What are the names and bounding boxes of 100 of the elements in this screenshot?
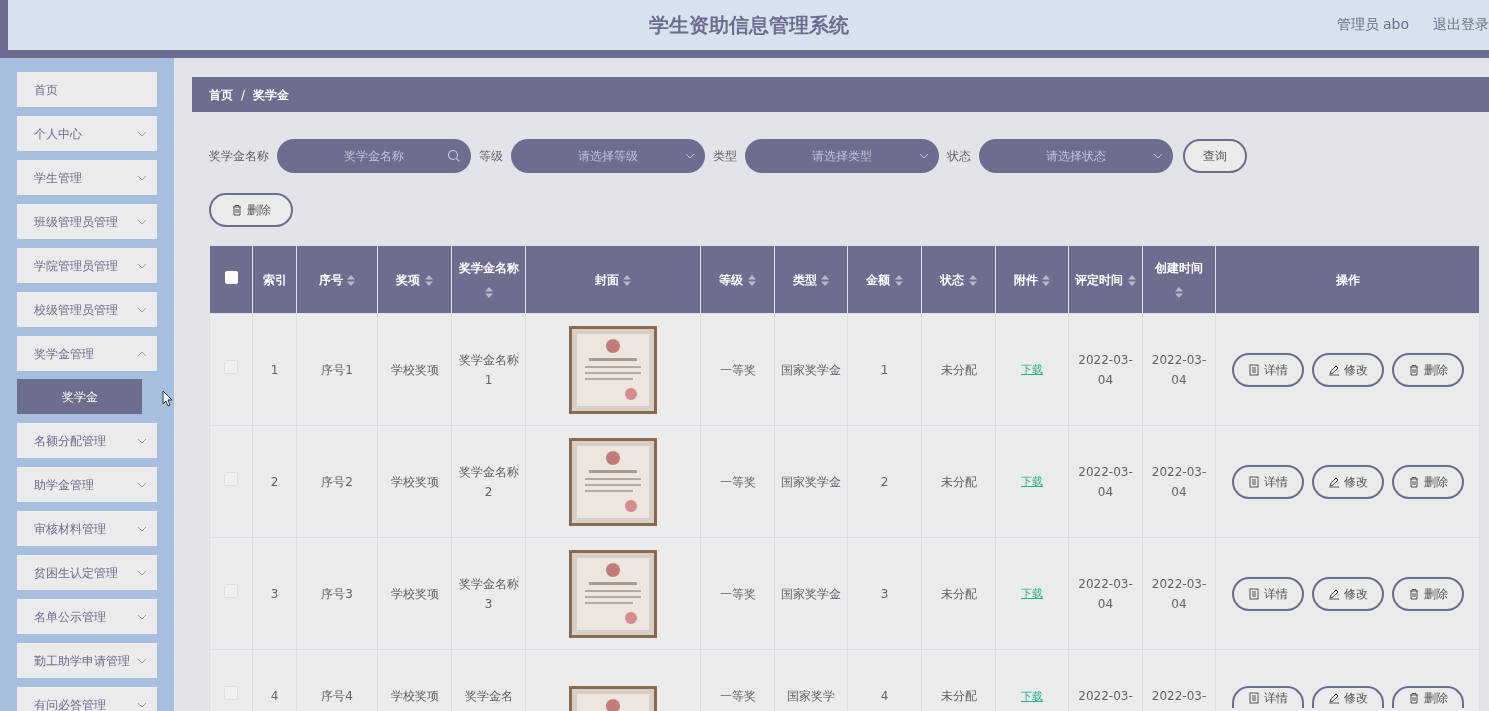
table-cell: 2022-03- [1151,689,1207,703]
sort-icon [968,274,977,286]
trash-icon [231,204,243,216]
table-cell: 国家奖学金 [781,362,841,377]
edit-button[interactable]: 修改 [1311,576,1384,611]
sidebar-item[interactable]: 名额分配管理 [17,423,157,458]
edit-button[interactable]: 修改 [1311,686,1384,708]
column-header[interactable]: 奖项 [377,245,452,314]
table-cell: 2022-03-04 [1078,352,1133,387]
search-field[interactable]: 奖学金名称 [277,139,471,173]
table-cell: 一等奖 [719,362,756,377]
table-cell: 奖学金名称3 [458,576,519,611]
sidebar-item[interactable]: 班级管理员管理 [17,204,157,239]
pencil-icon [1327,692,1340,704]
breadcrumb-item[interactable]: 奖学金 [253,85,290,104]
cursor-icon [162,390,174,407]
table-cell: 3 [270,586,279,601]
sort-icon [424,274,433,286]
trash-icon [1407,587,1420,600]
chevron-down-icon [685,153,695,159]
table-cell: 奖学金名 [464,689,513,703]
filter-label: 等级 [479,148,503,165]
sidebar-item[interactable]: 审核材料管理 [17,511,157,546]
trash-icon [1407,363,1420,376]
pencil-icon [1327,475,1340,488]
breadcrumb-item[interactable]: 首页 [209,85,233,104]
column-header[interactable]: 类型 [774,245,848,314]
table-cell: 一等奖 [719,474,756,489]
table-cell: 1 [270,362,279,377]
table-cell: 一等奖 [719,689,756,703]
sort-icon [347,274,356,286]
table-cell: 一等奖 [719,586,756,601]
table-cell: 2022-03-04 [1078,464,1133,499]
delete-button[interactable]: 删除 [1391,464,1464,499]
detail-button[interactable]: 详情 [1231,352,1304,387]
app-title: 学生资助信息管理系统 [648,12,849,39]
select-field[interactable]: 请选择状态 [979,139,1173,173]
table-cell: 2022-03-04 [1151,464,1207,499]
edit-button[interactable]: 修改 [1311,352,1384,387]
table-cell: 国家奖学 [787,689,835,703]
sidebar-item[interactable]: 贫困生认定管理 [17,555,157,590]
select-field[interactable]: 请选择等级 [511,139,705,173]
table-cell: 奖学金名称2 [458,464,519,499]
table-cell: 序号3 [321,586,353,601]
table-cell: 2 [270,474,279,489]
sort-icon [623,274,632,286]
sidebar-item[interactable]: 首页 [17,72,157,107]
column-header[interactable]: 奖学金名称 [451,245,526,314]
column-header[interactable]: 附件 [995,245,1069,314]
table-cell: 序号4 [321,689,353,703]
column-header[interactable]: 等级 [700,245,775,314]
delete-button[interactable]: 删除 [1391,576,1464,611]
select-all-checkbox[interactable] [224,270,238,284]
sidebar-item[interactable]: 勤工助学申请管理 [17,643,157,678]
table-cell: 3 [880,586,889,601]
table-cell: 学校奖项 [390,689,439,703]
chevron-down-icon [1153,153,1163,159]
sidebar-item[interactable]: 有问必答管理 [17,687,157,711]
sidebar-item[interactable]: 名单公示管理 [17,599,157,634]
table-cell: 学校奖项 [390,474,439,489]
table-cell: 4 [880,689,889,703]
detail-button[interactable]: 详情 [1231,464,1304,499]
table-cell: 4 [270,689,279,703]
sidebar-item[interactable]: 个人中心 [17,116,157,151]
table-cell: 学校奖项 [390,586,439,601]
table-cell: 序号2 [321,474,353,489]
table-cell: 国家奖学金 [781,586,841,601]
column-header[interactable]: 创建时间 [1142,245,1216,314]
column-header[interactable]: 序号 [296,245,378,314]
edit-button[interactable]: 修改 [1311,464,1384,499]
delete-button[interactable]: 删除 [1391,352,1464,387]
table-cell: 1 [880,362,889,377]
document-icon [1247,363,1260,376]
select-field[interactable]: 请选择类型 [745,139,939,173]
sidebar-item[interactable]: 学生管理 [17,160,157,195]
column-header[interactable]: 状态 [921,245,996,314]
table-cell: 未分配 [940,362,977,377]
logout-link[interactable]: 退出登录 [1433,14,1489,35]
detail-button[interactable]: 详情 [1231,576,1304,611]
sidebar-item[interactable]: 校级管理员管理 [17,292,157,327]
sidebar-subitem[interactable]: 奖学金 [17,379,142,414]
query-button[interactable]: 查询 [1183,139,1247,173]
sidebar-item[interactable]: 助学金管理 [17,467,157,502]
column-header[interactable]: 封面 [525,245,701,314]
detail-button[interactable]: 详情 [1231,686,1304,708]
table-cell: 2022-03-04 [1151,576,1207,611]
trash-icon [1407,692,1420,704]
column-header[interactable]: 金额 [847,245,922,314]
sidebar-item[interactable]: 奖学金管理 [17,336,157,371]
user-name: 管理员 abo [1336,15,1409,34]
sidebar-item[interactable]: 学院管理员管理 [17,248,157,283]
table-cell: 未分配 [940,474,977,489]
column-header[interactable]: 评定时间 [1068,245,1143,314]
delete-button[interactable]: 删除 [1391,686,1464,708]
table-cell: 2022-03-04 [1151,352,1207,387]
filter-label: 状态 [947,148,971,165]
sort-icon [1127,274,1136,286]
document-icon [1247,692,1260,704]
sort-icon [747,274,756,286]
delete-button[interactable]: 删除 [209,193,293,227]
